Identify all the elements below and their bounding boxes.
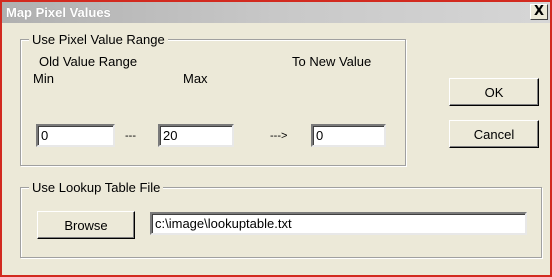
new-value-input[interactable]: 0 <box>311 124 386 147</box>
min-label: Min <box>33 71 54 86</box>
max-value-input[interactable]: 20 <box>158 124 234 147</box>
title-bar[interactable]: Map Pixel Values X <box>2 2 550 23</box>
mapping-arrow: ---> <box>270 130 288 142</box>
pixel-value-range-group: Use Pixel Value Range Old Value Range To… <box>20 32 406 166</box>
min-value-input[interactable]: 0 <box>36 124 115 147</box>
lookup-table-legend: Use Lookup Table File <box>29 180 164 195</box>
to-new-value-label: To New Value <box>292 54 372 69</box>
range-separator: --- <box>125 130 136 142</box>
max-label: Max <box>183 71 208 86</box>
close-icon[interactable]: X <box>530 4 548 20</box>
browse-button[interactable]: Browse <box>37 211 135 239</box>
lookup-table-group: Use Lookup Table File Browse c:\image\lo… <box>20 180 542 258</box>
old-value-range-label: Old Value Range <box>39 54 138 69</box>
pixel-value-range-legend: Use Pixel Value Range <box>29 32 168 47</box>
map-pixel-values-dialog: Map Pixel Values X Use Pixel Value Range… <box>0 0 552 277</box>
dialog-title: Map Pixel Values <box>6 5 111 20</box>
ok-button[interactable]: OK <box>449 78 539 106</box>
cancel-button[interactable]: Cancel <box>449 120 539 148</box>
lookup-file-path-input[interactable]: c:\image\lookuptable.txt <box>150 212 527 235</box>
